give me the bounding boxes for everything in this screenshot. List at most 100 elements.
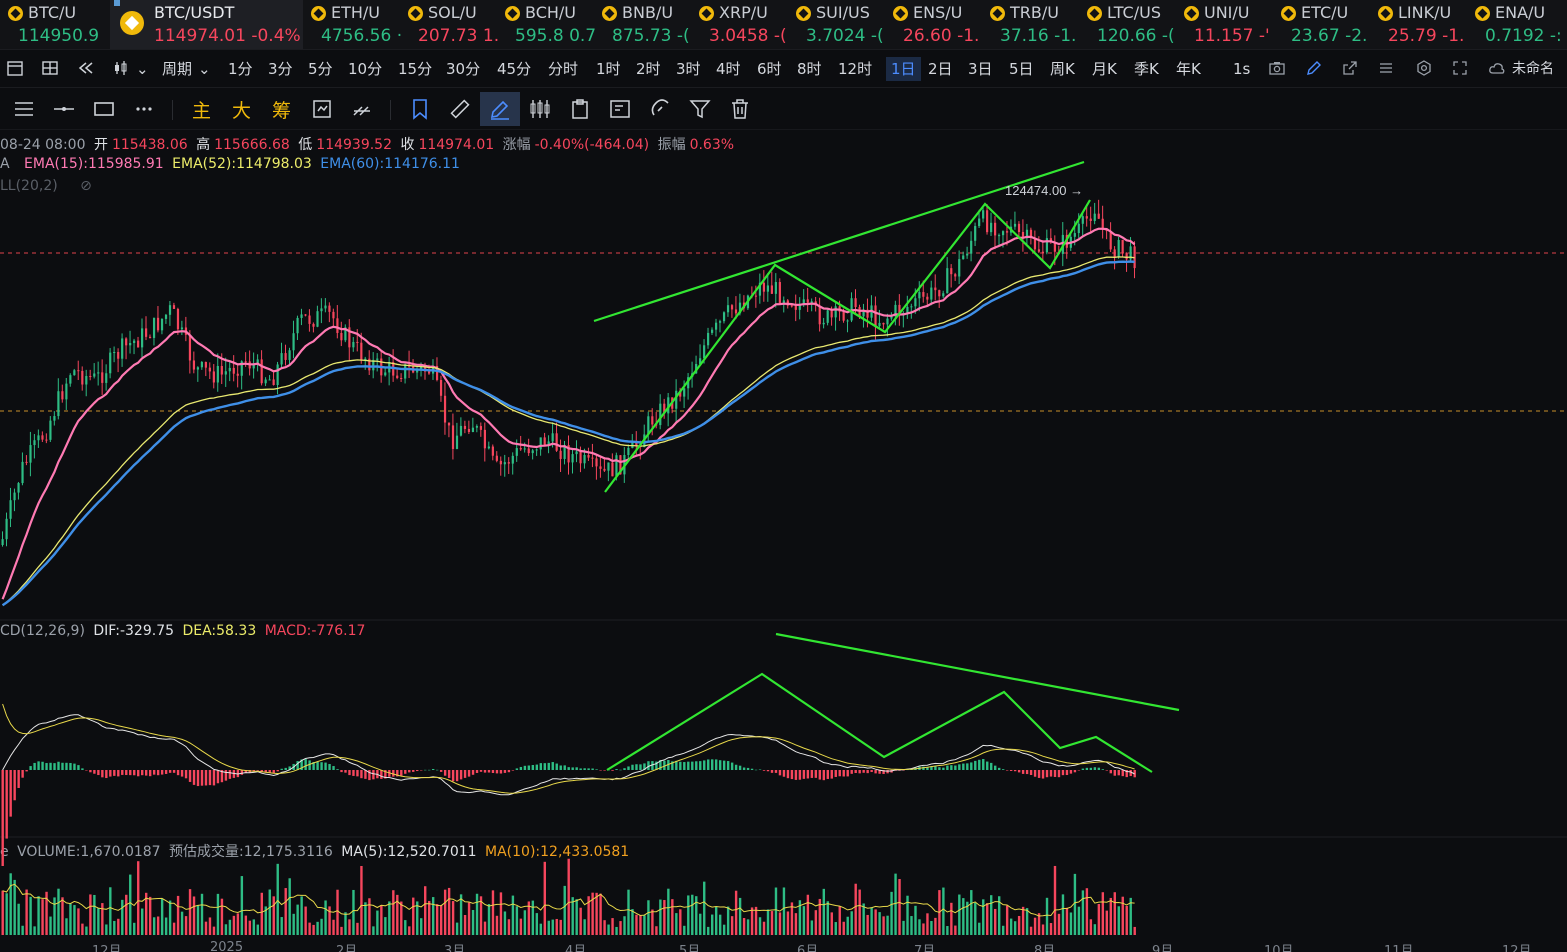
interval-10[interactable]: 3时 xyxy=(676,57,701,81)
interval-19[interactable]: 周K xyxy=(1050,57,1075,81)
chips-button[interactable]: 筹 xyxy=(272,96,291,123)
ticker-btcusdt[interactable]: BTC/USDT 114974.01 -0.4% xyxy=(110,0,303,49)
price-chart[interactable]: 124474.00 → xyxy=(0,130,1567,952)
interval-14[interactable]: 12时 xyxy=(838,57,872,81)
volume-bar xyxy=(730,916,734,935)
cloud-icon[interactable] xyxy=(1488,59,1506,77)
volume-bar xyxy=(722,924,726,935)
ticker-bchu[interactable]: BCH/U 595.8 0.7 xyxy=(497,0,596,49)
candle-body xyxy=(543,437,546,446)
interval-17[interactable]: 3日 xyxy=(968,57,993,81)
period-chevron-down-icon[interactable]: ⌄ xyxy=(198,57,211,81)
volume-bar xyxy=(1065,907,1069,935)
interval-23[interactable]: 1s xyxy=(1233,57,1250,81)
volume-bar xyxy=(109,887,112,935)
macd-bar xyxy=(591,768,594,770)
big-order-button[interactable]: 大 xyxy=(232,96,251,123)
ticker-etcu[interactable]: ETC/U 23.67 -2. xyxy=(1273,0,1370,49)
draw-pen-icon[interactable] xyxy=(480,92,520,126)
period-dropdown[interactable]: 周期 xyxy=(162,57,192,81)
camera-icon[interactable] xyxy=(1268,59,1286,77)
volume-bar xyxy=(655,926,658,935)
filter-icon[interactable] xyxy=(688,97,712,121)
horizontal-line-icon[interactable] xyxy=(52,97,76,121)
ticker-enau[interactable]: ENA/U 0.7192 -: xyxy=(1467,0,1564,49)
volume-bar xyxy=(651,909,654,935)
replace-icon[interactable] xyxy=(310,97,334,121)
calendar-icon[interactable] xyxy=(6,59,24,77)
ticker-xrpu[interactable]: XRP/U 3.0458 -( xyxy=(691,0,788,49)
chevron-down-icon[interactable]: ⌄ xyxy=(136,57,149,81)
external-window-icon[interactable] xyxy=(1341,59,1359,77)
candle-body xyxy=(37,435,40,441)
trash-icon[interactable] xyxy=(728,97,752,121)
x-axis-label: 8月 xyxy=(1034,944,1056,952)
candle-type-icon[interactable] xyxy=(113,59,131,77)
ticker-suius[interactable]: SUI/US 3.7024 -( xyxy=(788,0,885,49)
layout-icon[interactable] xyxy=(41,59,59,77)
interval-22[interactable]: 年K xyxy=(1176,57,1201,81)
volume-bar xyxy=(1033,917,1037,935)
settings-icon[interactable] xyxy=(1415,59,1433,77)
ruler-icon[interactable] xyxy=(448,97,472,121)
menu-icon[interactable] xyxy=(12,97,36,121)
interval-18[interactable]: 5日 xyxy=(1009,57,1034,81)
ticker-solu[interactable]: SOL/U 207.73 1. xyxy=(400,0,499,49)
macd-bar xyxy=(531,764,535,770)
ticker-price: 4756.56 · xyxy=(321,26,403,46)
measure-icon[interactable] xyxy=(350,97,374,121)
interval-12[interactable]: 6时 xyxy=(757,57,782,81)
interval-6[interactable]: 45分 xyxy=(497,57,531,81)
clipboard-icon[interactable] xyxy=(568,97,592,121)
candle-body xyxy=(934,287,937,291)
candle-body xyxy=(176,308,180,330)
interval-21[interactable]: 季K xyxy=(1134,57,1159,81)
magnet-icon[interactable] xyxy=(648,97,672,121)
layout-name[interactable]: 未命名 xyxy=(1512,57,1554,81)
interval-1[interactable]: 3分 xyxy=(268,57,293,81)
volume-bar xyxy=(443,889,447,935)
ticker-bnbu[interactable]: BNB/U 875.73 -( xyxy=(594,0,691,49)
interval-9[interactable]: 2时 xyxy=(636,57,661,81)
interval-8[interactable]: 1时 xyxy=(596,57,621,81)
more-icon[interactable] xyxy=(132,97,156,121)
volume-bar xyxy=(675,913,678,935)
pen-icon[interactable] xyxy=(1305,59,1323,77)
macd-bar xyxy=(33,762,36,770)
bookmark-icon[interactable] xyxy=(408,97,432,121)
interval-7[interactable]: 分时 xyxy=(548,57,578,81)
interval-2[interactable]: 5分 xyxy=(308,57,333,81)
interval-3[interactable]: 10分 xyxy=(348,57,382,81)
rewind-icon[interactable] xyxy=(77,59,95,77)
macd-bar xyxy=(1129,770,1132,777)
rectangle-icon[interactable] xyxy=(92,97,116,121)
interval-4[interactable]: 15分 xyxy=(398,57,432,81)
candle-body xyxy=(117,352,120,359)
volume-bar xyxy=(400,901,403,935)
ticker-btcu[interactable]: BTC/U 114950.9 xyxy=(0,0,110,49)
interval-15[interactable]: 1日 xyxy=(886,57,921,81)
ticker-ensu[interactable]: ENS/U 26.60 -1. xyxy=(885,0,982,49)
ticker-ethu[interactable]: ETH/U 4756.56 · xyxy=(303,0,403,49)
macd-bar xyxy=(822,770,826,781)
volume-bar xyxy=(300,896,303,935)
interval-5[interactable]: 30分 xyxy=(446,57,480,81)
ticker-trbu[interactable]: TRB/U 37.16 -1. xyxy=(982,0,1079,49)
volume-bar xyxy=(551,919,554,935)
edit-note-icon[interactable] xyxy=(608,97,632,121)
ticker-uniu[interactable]: UNI/U 11.157 -' xyxy=(1176,0,1273,49)
macd-bar xyxy=(1109,770,1112,774)
ticker-ltcus[interactable]: LTC/US 120.66 -( xyxy=(1079,0,1176,49)
candle-compare-icon[interactable] xyxy=(528,97,552,121)
interval-0[interactable]: 1分 xyxy=(228,57,253,81)
volume-bar xyxy=(208,917,212,935)
interval-11[interactable]: 4时 xyxy=(716,57,741,81)
main-indicator-button[interactable]: 主 xyxy=(192,96,211,123)
interval-16[interactable]: 2日 xyxy=(928,57,953,81)
list-icon[interactable] xyxy=(1377,59,1395,77)
ticker-linku[interactable]: LINK/U 25.79 -1. xyxy=(1370,0,1467,49)
interval-13[interactable]: 8时 xyxy=(797,57,822,81)
fullscreen-icon[interactable] xyxy=(1451,59,1469,77)
interval-20[interactable]: 月K xyxy=(1092,57,1117,81)
volume-bar xyxy=(687,895,690,935)
